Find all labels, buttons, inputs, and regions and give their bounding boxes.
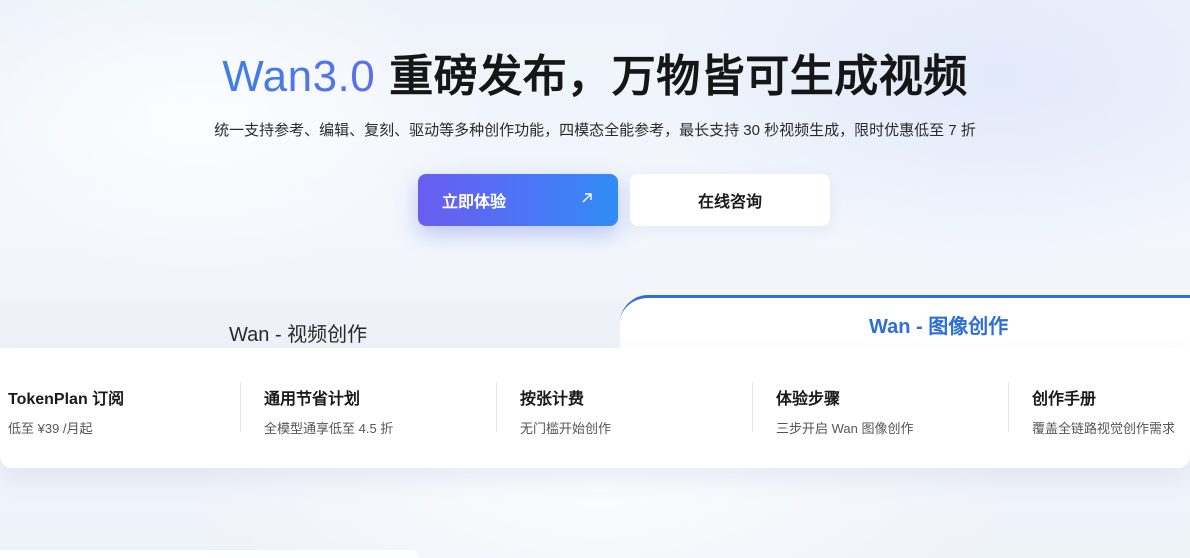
- card-divider: [1008, 382, 1009, 432]
- arrow-up-right-icon: [580, 191, 594, 210]
- hero-brand: Wan3.0: [222, 52, 376, 101]
- tab-image-creation-label: Wan - 图像创作: [869, 316, 1009, 338]
- bottom-section-edge: [0, 550, 420, 558]
- hero-title: Wan3.0 重磅发布，万物皆可生成视频: [0, 40, 1190, 104]
- consult-button[interactable]: 在线咨询: [630, 174, 830, 226]
- hero-title-text: 重磅发布，万物皆可生成视频: [389, 52, 968, 101]
- creation-tabs: Wan - 视频创作 Wan - 图像创作: [0, 295, 1190, 353]
- card-per-image-billing[interactable]: 按张计费 无门槛开始创作: [496, 378, 740, 438]
- try-now-button[interactable]: 立即体验: [418, 174, 618, 226]
- card-divider: [752, 382, 753, 432]
- card-creation-manual[interactable]: 创作手册 覆盖全链路视觉创作需求: [1008, 378, 1190, 438]
- try-now-label: 立即体验: [442, 194, 507, 211]
- card-savings-plan[interactable]: 通用节省计划 全模型通享低至 4.5 折: [240, 378, 484, 438]
- card-title: 创作手册: [1032, 391, 1097, 408]
- card-divider: [496, 382, 497, 432]
- card-experience-steps[interactable]: 体验步骤 三步开启 Wan 图像创作: [752, 378, 996, 438]
- tab-video-creation-label: Wan - 视频创作: [229, 324, 368, 346]
- hero-subtitle: 统一支持参考、编辑、复刻、驱动等多种创作功能，四模态全能参考，最长支持 30 秒…: [214, 122, 976, 139]
- card-desc: 覆盖全链路视觉创作需求: [1032, 421, 1176, 436]
- card-divider: [240, 382, 241, 432]
- tab-image-creation[interactable]: Wan - 图像创作: [620, 295, 1190, 351]
- card-desc: 三步开启 Wan 图像创作: [776, 421, 914, 436]
- feature-panel: TokenPlan 订阅 低至 ¥39 /月起 通用节省计划 全模型通享低至 4…: [0, 348, 1190, 468]
- card-desc: 全模型通享低至 4.5 折: [264, 421, 394, 436]
- card-tokenplan[interactable]: TokenPlan 订阅 低至 ¥39 /月起: [8, 378, 228, 438]
- card-title: 体验步骤: [776, 391, 841, 408]
- card-desc: 无门槛开始创作: [520, 421, 612, 436]
- tab-video-creation[interactable]: Wan - 视频创作: [0, 301, 640, 353]
- card-title: 通用节省计划: [264, 391, 361, 408]
- card-title: 按张计费: [520, 391, 585, 408]
- consult-label: 在线咨询: [697, 194, 762, 211]
- card-desc: 低至 ¥39 /月起: [8, 421, 93, 436]
- card-title: TokenPlan 订阅: [8, 391, 125, 408]
